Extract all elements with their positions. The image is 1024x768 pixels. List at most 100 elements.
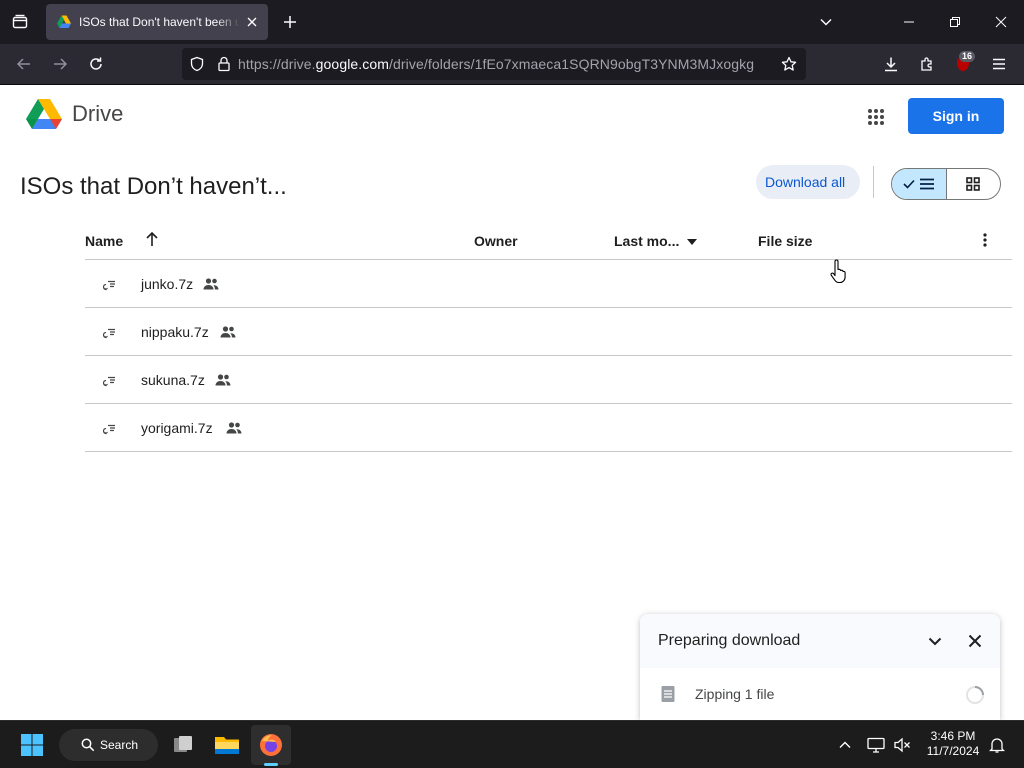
restore-icon xyxy=(950,17,960,27)
shared-people-icon xyxy=(203,278,219,290)
collapse-panel-button[interactable] xyxy=(923,629,947,653)
tab-list-icon xyxy=(12,14,28,29)
list-all-tabs-button[interactable] xyxy=(812,8,840,36)
download-status-text: Zipping 1 file xyxy=(695,686,775,702)
chevron-down-icon xyxy=(928,637,942,646)
clock-date: 11/7/2024 xyxy=(926,744,980,758)
google-apps-button[interactable] xyxy=(862,103,890,131)
column-name[interactable]: Name xyxy=(85,233,123,249)
file-row[interactable]: sukuna.7z xyxy=(85,356,1012,404)
file-row[interactable]: yorigami.7z xyxy=(85,404,1012,452)
restore-button[interactable] xyxy=(932,0,978,44)
volume-button[interactable] xyxy=(891,725,913,765)
minimize-icon xyxy=(904,21,914,23)
app-menu-button[interactable] xyxy=(984,49,1014,79)
check-list-icon xyxy=(903,178,934,190)
file-name: yorigami.7z xyxy=(141,420,213,436)
task-view-button[interactable] xyxy=(163,725,203,765)
bell-icon xyxy=(989,738,1005,753)
tracking-protection-button[interactable] xyxy=(182,48,212,80)
column-options-button[interactable] xyxy=(978,231,992,252)
chevron-up-icon xyxy=(839,741,851,748)
url-prefix: https://drive. xyxy=(238,56,316,72)
chevron-down-icon xyxy=(820,18,832,26)
windows-logo-icon xyxy=(21,734,43,756)
plus-icon xyxy=(284,16,296,28)
taskbar-search[interactable]: Search xyxy=(59,729,158,761)
url-path: /drive/folders/1fEo7xmaeca1SQRN9obgT3YNM… xyxy=(389,56,755,72)
archive-file-icon xyxy=(103,280,115,291)
forward-button[interactable] xyxy=(45,49,75,79)
column-file-size[interactable]: File size xyxy=(758,233,812,249)
download-icon xyxy=(885,57,897,72)
download-item: Zipping 1 file xyxy=(640,668,1000,720)
network-button[interactable] xyxy=(865,725,887,765)
drive-logo[interactable]: Drive xyxy=(26,98,123,130)
document-icon xyxy=(661,686,675,702)
bookmark-button[interactable] xyxy=(772,48,806,80)
table-header: Name Owner Last mo... File size xyxy=(85,223,1012,260)
address-bar[interactable]: https://drive.google.com/drive/folders/1… xyxy=(182,48,806,80)
tab-close-button[interactable] xyxy=(244,14,260,30)
minimize-button[interactable] xyxy=(886,0,932,44)
sort-ascending-button[interactable] xyxy=(145,231,159,250)
speaker-muted-icon xyxy=(894,737,910,753)
shared-people-icon xyxy=(220,326,236,338)
network-monitor-icon xyxy=(867,737,885,753)
close-icon xyxy=(968,634,982,648)
file-explorer-button[interactable] xyxy=(207,725,247,765)
list-view-button[interactable] xyxy=(892,169,947,199)
close-window-button[interactable] xyxy=(978,0,1024,44)
star-icon xyxy=(781,56,797,71)
close-panel-button[interactable] xyxy=(963,629,987,653)
column-last-modified-label: Last mo... xyxy=(614,233,680,249)
extensions-button[interactable] xyxy=(912,49,942,79)
google-drive-logo-icon xyxy=(26,99,62,129)
view-toggle xyxy=(891,168,1001,200)
file-table: Name Owner Last mo... File size junko.7z… xyxy=(85,223,1012,452)
caret-down-icon xyxy=(687,239,698,245)
file-name: nippaku.7z xyxy=(141,324,209,340)
download-all-button[interactable]: Download all xyxy=(756,165,860,199)
file-row[interactable]: nippaku.7z xyxy=(85,308,1012,356)
task-view-icon xyxy=(174,736,192,752)
url-domain: google.com xyxy=(315,56,390,72)
more-vert-icon xyxy=(983,233,987,247)
column-owner[interactable]: Owner xyxy=(474,233,518,249)
file-name: sukuna.7z xyxy=(141,372,205,388)
shield-icon xyxy=(190,56,204,72)
arrow-right-icon xyxy=(54,58,68,70)
new-tab-button[interactable] xyxy=(276,8,304,36)
lock-icon xyxy=(218,56,230,72)
downloads-button[interactable] xyxy=(876,49,906,79)
download-panel-title: Preparing download xyxy=(658,632,801,649)
download-panel: Preparing download Zipping 1 file xyxy=(640,614,1000,720)
archive-file-icon xyxy=(103,376,115,387)
active-tab[interactable]: ISOs that Don't haven't been up xyxy=(46,4,268,40)
arrow-left-icon xyxy=(16,58,30,70)
taskbar-clock[interactable]: 3:46 PM 11/7/2024 xyxy=(920,729,986,759)
firefox-taskbar-button[interactable] xyxy=(251,725,291,765)
url-text: https://drive.google.com/drive/folders/1… xyxy=(238,56,772,72)
browser-tab-bar: ISOs that Don't haven't been up xyxy=(0,0,1024,44)
column-last-modified[interactable]: Last mo... xyxy=(614,233,698,249)
windows-taskbar: Search 3:46 PM 11/7/2024 xyxy=(0,720,1024,768)
sign-in-button[interactable]: Sign in xyxy=(908,98,1004,134)
grid-icon xyxy=(966,177,981,191)
grid-view-button[interactable] xyxy=(947,169,1001,199)
site-info-button[interactable] xyxy=(212,48,236,80)
show-hidden-icons-button[interactable] xyxy=(834,725,856,765)
notifications-button[interactable] xyxy=(986,725,1008,765)
file-row[interactable]: junko.7z xyxy=(85,260,1012,308)
file-name: junko.7z xyxy=(141,276,194,292)
file-list: junko.7z nippaku.7z sukuna.7z yorigami.7z xyxy=(85,260,1012,452)
folder-icon xyxy=(215,737,239,754)
puzzle-icon xyxy=(921,57,932,71)
start-button[interactable] xyxy=(12,725,52,765)
arrow-up-icon xyxy=(146,231,158,246)
tab-list-button[interactable] xyxy=(6,8,34,36)
window-controls xyxy=(886,0,1024,44)
hamburger-menu-icon xyxy=(993,58,1005,70)
back-button[interactable] xyxy=(9,49,39,79)
reload-button[interactable] xyxy=(81,49,111,79)
